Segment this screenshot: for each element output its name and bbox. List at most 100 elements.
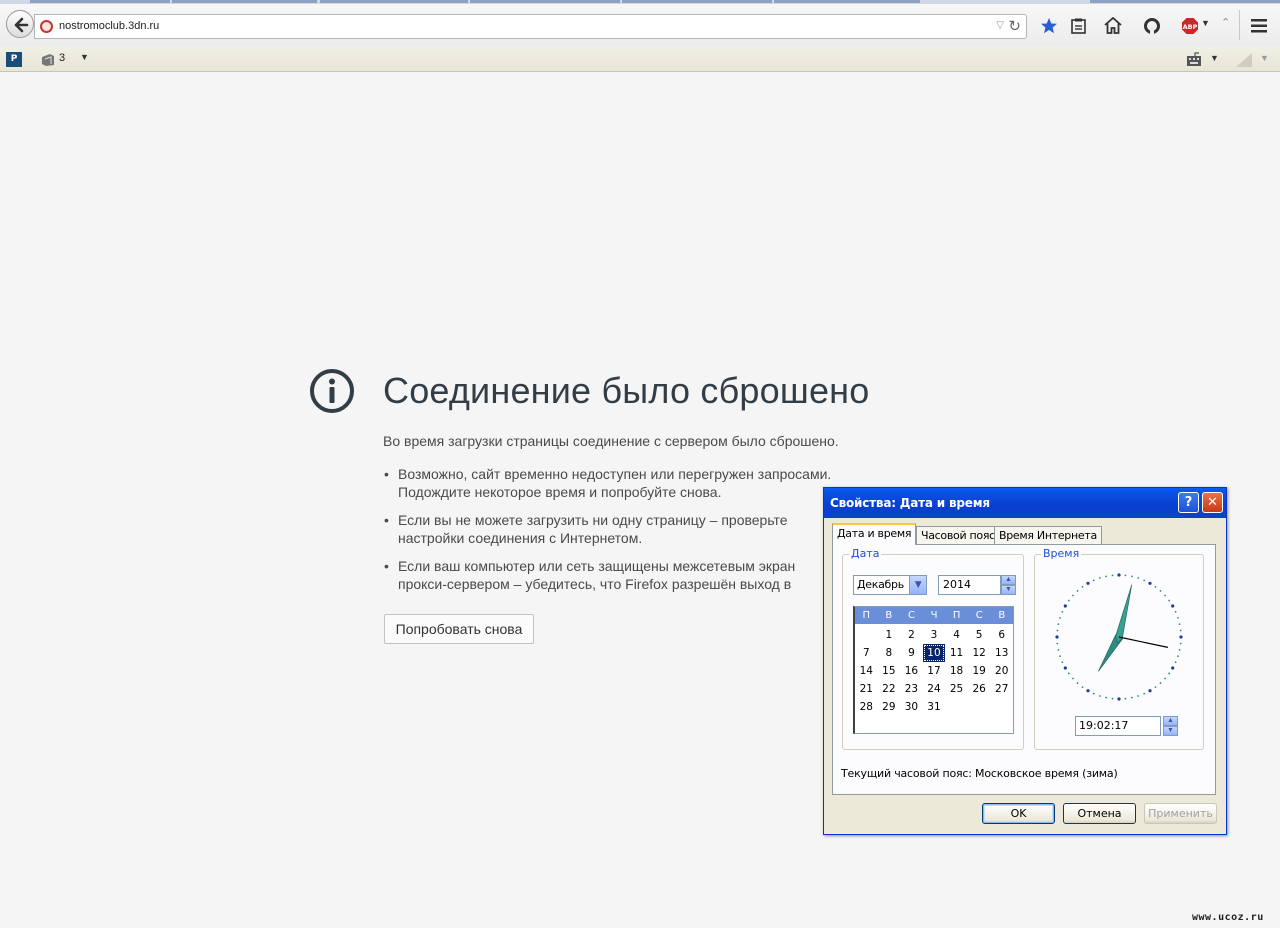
calendar-day[interactable]: 3 [923,626,946,644]
clock-minute-mark [1154,585,1157,588]
calendar-day[interactable]: 28 [855,698,878,716]
clock-minute-mark [1072,677,1074,680]
try-again-button[interactable]: Попробовать снова [384,614,534,644]
spin-up-icon[interactable]: ▲ [1001,575,1016,585]
dialog-title-bar[interactable]: Свойства: Дата и время ? ✕ [824,488,1226,518]
time-spinner[interactable]: ▲ ▼ [1163,716,1178,736]
calendar-day[interactable]: 16 [900,662,923,680]
calendar-day[interactable]: 11 [945,644,968,662]
spin-down-icon[interactable]: ▼ [1163,726,1178,736]
signal-strength-icon [1236,53,1252,67]
bookmark-favicon-icon[interactable]: P [6,52,22,67]
clock-minute-mark [1092,579,1095,582]
clock-hour-mark [1148,689,1152,693]
chevron-up-icon[interactable]: ⌃ [1221,16,1230,29]
calendar-day[interactable]: 30 [900,698,923,716]
tab[interactable] [1090,0,1280,3]
clock-minute-mark [1124,574,1127,577]
back-button[interactable] [6,10,34,38]
calendar-day[interactable]: 25 [945,680,968,698]
adblock-dropdown-icon[interactable]: ▼ [1201,18,1210,28]
list-item: • Если вы не можете загрузить ни одну ст… [383,511,843,547]
keyboard-icon[interactable] [1186,52,1202,67]
calendar-day[interactable]: 15 [878,662,901,680]
apply-button[interactable]: Применить [1144,803,1217,824]
hamburger-menu-icon[interactable] [1251,19,1267,33]
calendar-day[interactable]: 22 [878,680,901,698]
sync-icon[interactable] [1143,17,1161,35]
calendar-day[interactable]: 17 [923,662,946,680]
tab[interactable] [320,0,468,3]
tab[interactable] [172,0,317,3]
site-identity-icon[interactable] [40,20,53,33]
clock-minute-mark [1076,682,1079,684]
year-field[interactable]: 2014 [938,575,1001,595]
calendar-day[interactable]: 26 [968,680,991,698]
calendar-day[interactable]: 1 [878,626,901,644]
close-button[interactable]: ✕ [1202,492,1223,513]
tab-time-zone[interactable]: Часовой пояс [916,526,1000,545]
calendar-day[interactable]: 23 [900,680,923,698]
adblock-plus-icon[interactable]: ABP [1181,17,1199,35]
chevron-down-icon[interactable]: ▼ [909,576,926,594]
clock-minute-mark [1178,623,1181,626]
error-suggestions-list: • Возможно, сайт временно недоступен или… [383,465,843,603]
tab-date-time[interactable]: Дата и время [832,523,917,545]
bookmarks-menu-icon[interactable] [1071,18,1086,34]
month-select[interactable]: Декабрь ▼ [853,575,927,595]
weekday-label: С [907,610,915,621]
cancel-button[interactable]: Отмена [1063,803,1136,824]
calendar-day[interactable]: 10 [922,644,946,662]
weekday-label: С [975,610,983,621]
clock-minute-mark [1177,655,1179,658]
tab[interactable] [622,0,772,3]
calendar-day[interactable]: 18 [945,662,968,680]
spin-up-icon[interactable]: ▲ [1163,716,1178,726]
clock-hour-mark [1117,573,1121,577]
signal-dropdown-icon[interactable]: ▼ [1260,53,1269,63]
calendar-day[interactable]: 13 [990,644,1013,662]
help-button[interactable]: ? [1178,492,1199,513]
tab-groups-icon[interactable] [40,52,56,67]
calendar-day[interactable]: 8 [878,644,901,662]
bookmark-star-icon[interactable] [1040,17,1058,35]
ok-button[interactable]: OK [982,803,1055,824]
list-item: • Возможно, сайт временно недоступен или… [383,465,843,501]
url-bar[interactable]: nostromoclub.3dn.ru ▽ ↻ [34,14,1027,39]
calendar-day[interactable]: 12 [968,644,991,662]
suggestion-line: Если вы не можете загрузить ни одну стра… [398,512,788,528]
tab[interactable] [30,0,170,3]
calendar-day[interactable]: 2 [900,626,923,644]
calendar-day[interactable]: 21 [855,680,878,698]
tab-group-dropdown-icon[interactable]: ▼ [80,52,89,62]
calendar-day[interactable]: 14 [855,662,878,680]
year-spinner[interactable]: ▲ ▼ [1001,575,1016,595]
calendar-day[interactable]: 31 [923,698,946,716]
calendar[interactable]: ПВСЧПСВ 1 2 3 4 5 6 7 8 9 10 11 12 13 14 15 16 17 18 19 20 2… [853,606,1014,734]
calendar-day-grid[interactable]: 1 2 3 4 5 6 7 8 9 10 11 12 13 14 15 16 17 18 19 20 21 22 23 24 2… [855,624,1013,734]
time-field[interactable]: 19:02:17 [1075,716,1161,736]
calendar-day[interactable]: 19 [968,662,991,680]
home-icon[interactable] [1104,17,1122,34]
calendar-empty-cell [855,626,878,644]
calendar-day[interactable]: 24 [923,680,946,698]
keyboard-dropdown-icon[interactable]: ▼ [1210,53,1219,63]
calendar-day[interactable]: 7 [855,644,878,662]
bullet: • [384,558,389,574]
url-history-dropdown-icon[interactable]: ▽ [996,20,1004,31]
calendar-day[interactable]: 5 [968,626,991,644]
calendar-day[interactable]: 27 [990,680,1013,698]
url-text[interactable]: nostromoclub.3dn.ru [59,20,159,32]
calendar-day[interactable]: 4 [945,626,968,644]
reload-icon[interactable]: ↻ [1008,17,1021,35]
calendar-day[interactable]: 6 [990,626,1013,644]
tab[interactable] [774,0,920,3]
calendar-day[interactable]: 9 [900,644,923,662]
calendar-day[interactable]: 20 [990,662,1013,680]
spin-down-icon[interactable]: ▼ [1001,585,1016,595]
navigation-bar: nostromoclub.3dn.ru ▽ ↻ ABP ▼ ⌃ [0,4,1280,46]
tab-internet-time[interactable]: Время Интернета [994,526,1102,545]
calendar-day[interactable]: 29 [878,698,901,716]
tab[interactable] [470,0,620,3]
analog-clock [1055,573,1183,701]
